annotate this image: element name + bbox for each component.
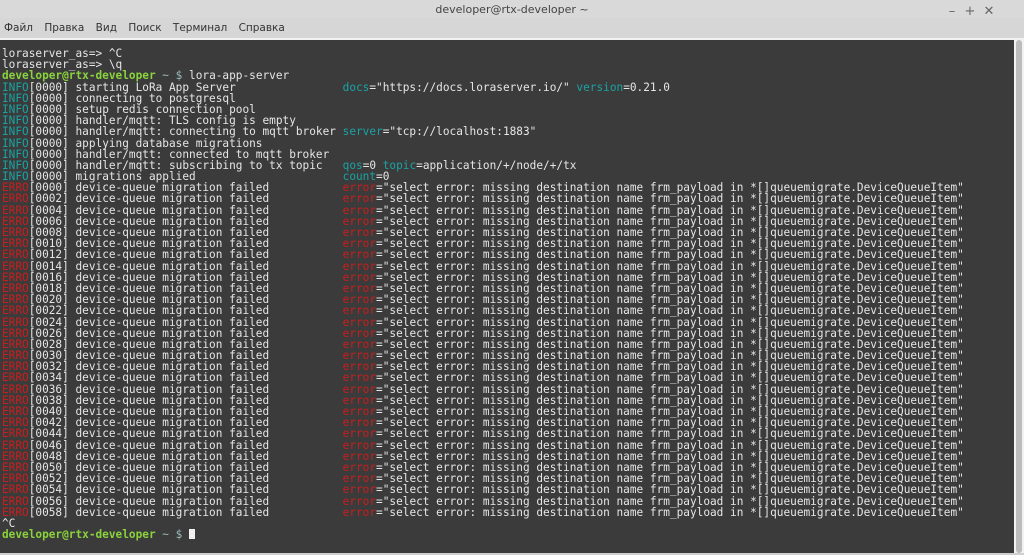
window-title: developer@rtx-developer ~ xyxy=(435,3,589,16)
menu-view[interactable]: Вид xyxy=(92,18,121,39)
prompt-user-host: developer@rtx-developer xyxy=(2,528,156,542)
terminal-output[interactable]: loraserver_as=> ^C loraserver_as=> \q deve… xyxy=(0,40,1014,554)
terminal-lines: loraserver_as=> ^C loraserver_as=> \q deve… xyxy=(2,48,964,540)
error-log-line: ERRO[0058] device-queue migration failed… xyxy=(2,507,964,518)
scrollbar[interactable] xyxy=(1014,40,1024,555)
title-bar: developer@rtx-developer ~ – + ✕ xyxy=(0,0,1024,19)
log-field-value: =application/+/node/+/tx xyxy=(416,158,577,172)
cursor xyxy=(189,529,196,540)
terminal-line: loraserver_as=> ^C xyxy=(2,48,964,59)
log-field-value: ="select error: missing destination name… xyxy=(376,505,964,519)
menu-bar: Файл Правка Вид Поиск Терминал Справка xyxy=(0,18,1024,40)
log-field-key: error xyxy=(342,505,377,519)
log-field-value: ="https://docs.loraserver.io/" xyxy=(369,80,570,94)
scrollbar-thumb[interactable] xyxy=(1016,40,1022,553)
log-field-value: =0.21.0 xyxy=(623,80,670,94)
prompt-path: ~ $ xyxy=(155,528,190,542)
menu-terminal[interactable]: Терминал xyxy=(169,18,231,39)
log-field-value: ="tcp://localhost:1883" xyxy=(382,125,537,139)
log-timestamp: [0058] xyxy=(28,505,69,519)
log-message: device-queue migration failed xyxy=(68,505,343,519)
log-field-key: version xyxy=(576,80,624,94)
log-field-key: server xyxy=(342,125,383,139)
menu-file[interactable]: Файл xyxy=(0,18,37,39)
menu-edit[interactable]: Правка xyxy=(40,18,88,39)
menu-help[interactable]: Справка xyxy=(235,18,289,39)
terminal-line: developer@rtx-developer ~ $ xyxy=(2,529,964,540)
log-field-key: docs xyxy=(342,80,370,94)
menu-search[interactable]: Поиск xyxy=(124,18,165,39)
